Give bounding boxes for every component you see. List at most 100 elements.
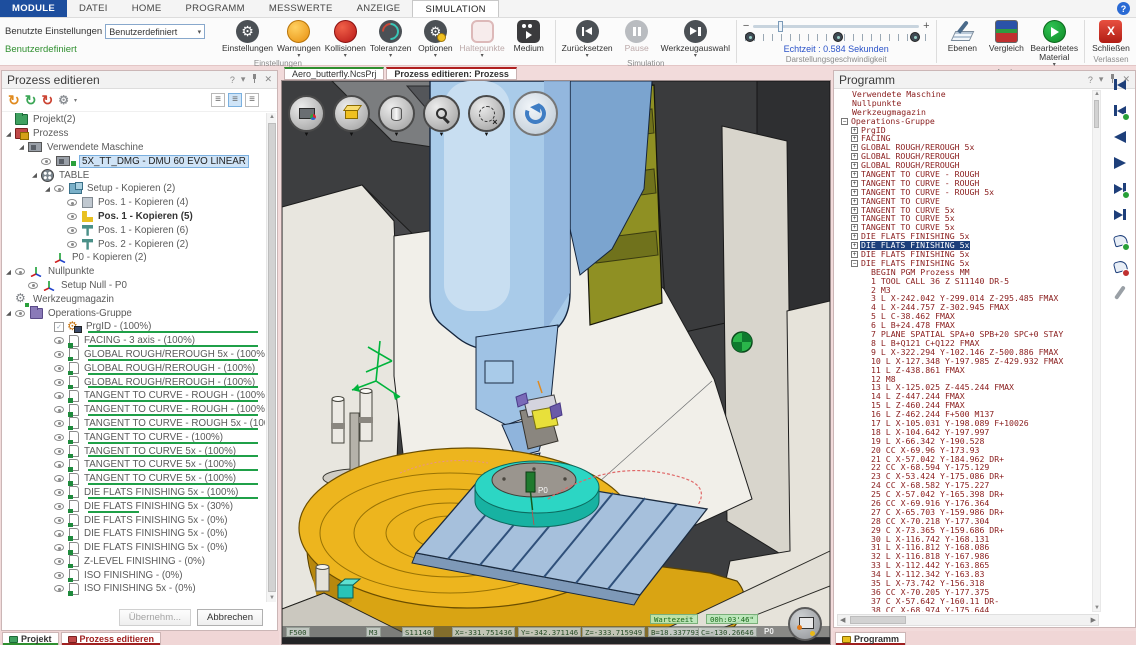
ebenen-button[interactable]: Ebenen	[940, 19, 984, 53]
view-detail-button[interactable]: ≡	[245, 93, 259, 107]
operation-row[interactable]: ISO FINISHING 5x - (0%)	[2, 582, 265, 596]
tab-prozess-editieren[interactable]: Prozess editieren	[61, 632, 162, 645]
tree-item[interactable]: Setup Null - P0	[2, 279, 265, 293]
viewport-tab-2[interactable]: Prozess editieren: Prozess	[386, 67, 517, 80]
eye-icon[interactable]	[41, 157, 54, 166]
operation-row[interactable]: TANGENT TO CURVE - ROUGH - (100%)	[2, 389, 265, 403]
view-normal-button[interactable]: ≡	[228, 93, 242, 107]
stock-view-button[interactable]: ▼	[333, 95, 370, 132]
operation-row[interactable]: DIE FLATS FINISHING 5x - (100%)	[2, 486, 265, 500]
tree-item[interactable]: P0 - Kopieren (2)	[2, 251, 265, 265]
expand-plus-icon[interactable]: +	[851, 127, 858, 134]
panel-menu-icon[interactable]: ▾	[241, 74, 246, 85]
program-node[interactable]: −DIE FLATS FINISHING 5x	[837, 259, 1089, 268]
tree-item[interactable]: Werkzeugmagazin	[2, 292, 265, 306]
eye-icon[interactable]	[28, 281, 41, 290]
operation-row[interactable]: TANGENT TO CURVE 5x - (100%)	[2, 472, 265, 486]
selection-mode-button[interactable]: ▼	[468, 95, 505, 132]
speed-medium-knob-icon[interactable]	[833, 32, 843, 42]
tree-item[interactable]: ◢Setup - Kopieren (2)	[2, 182, 265, 196]
collapse-minus-icon[interactable]: −	[841, 118, 848, 125]
play-forward-button[interactable]	[1110, 153, 1130, 172]
eye-icon[interactable]	[54, 350, 67, 359]
remove-breakpoint-button[interactable]	[1110, 257, 1130, 276]
scrollbar-thumb[interactable]	[1094, 100, 1099, 128]
einstellungen-button[interactable]: Einstellungen	[220, 19, 275, 59]
refresh-green-icon[interactable]: ↻	[25, 93, 37, 107]
edit-pencil-button[interactable]	[1110, 283, 1130, 302]
eye-icon[interactable]	[54, 336, 67, 345]
werkzeugauswahl-button[interactable]: Werkzeugauswahl▾	[659, 19, 732, 59]
tree-item[interactable]: ◢Prozess	[2, 127, 265, 141]
scroll-right-icon[interactable]: ▶	[1091, 615, 1096, 626]
eye-icon[interactable]	[54, 488, 67, 497]
eye-icon[interactable]	[54, 364, 67, 373]
eye-icon[interactable]	[54, 474, 67, 483]
refresh-red-icon[interactable]: ↻	[41, 93, 53, 107]
tree-item[interactable]: ◢TABLE	[2, 168, 265, 182]
eye-icon[interactable]	[54, 543, 67, 552]
bearbeitetes-material-button[interactable]: Bearbeitetes Material▾	[1028, 19, 1080, 68]
process-tree-scrollbar[interactable]: ▲ ▼	[266, 113, 276, 602]
operation-row[interactable]: GLOBAL ROUGH/REROUGH - (100%)	[2, 375, 265, 389]
refresh-orange-icon[interactable]: ↻	[8, 93, 20, 107]
panel-pin-icon[interactable]	[251, 74, 258, 85]
machine-view-button[interactable]: ▼	[288, 95, 325, 132]
eye-icon[interactable]	[54, 405, 67, 414]
eye-icon[interactable]	[54, 460, 67, 469]
eye-icon[interactable]	[54, 433, 67, 442]
expand-plus-icon[interactable]: +	[851, 224, 858, 231]
expander-icon[interactable]: ◢	[19, 143, 28, 151]
operation-row[interactable]: DIE FLATS FINISHING 5x - (0%)	[2, 527, 265, 541]
speed-fast-icon[interactable]	[910, 32, 920, 42]
expand-plus-icon[interactable]: +	[851, 135, 858, 142]
operation-row[interactable]: FACING - 3 axis - (100%)	[2, 334, 265, 348]
tree-item[interactable]: Pos. 1 - Kopieren (6)	[2, 223, 265, 237]
scroll-up-icon[interactable]: ▲	[268, 114, 276, 120]
ribbon-tab-programm[interactable]: PROGRAMM	[173, 0, 256, 17]
expand-plus-icon[interactable]: +	[851, 144, 858, 151]
operation-row[interactable]: ✓PrgID - (100%)	[2, 320, 265, 334]
operation-row[interactable]: GLOBAL ROUGH/REROUGH 5x - (100%)	[2, 348, 265, 362]
eye-icon[interactable]	[15, 309, 28, 318]
operation-row[interactable]: DIE FLATS FINISHING 5x - (0%)	[2, 513, 265, 527]
tree-item[interactable]: 5X_TT_DMG - DMU 60 EVO LINEAR	[2, 154, 265, 168]
optionen-button[interactable]: Optionen▾	[413, 19, 457, 59]
schließen-button[interactable]: Schließen	[1089, 19, 1133, 53]
speed-minus-button[interactable]: −	[743, 20, 749, 32]
expand-plus-icon[interactable]: +	[851, 171, 858, 178]
eye-icon[interactable]	[54, 447, 67, 456]
cancel-button[interactable]: Abbrechen	[197, 609, 263, 626]
workpiece-view-button[interactable]: ▼	[378, 95, 415, 132]
speed-plus-button[interactable]: +	[923, 20, 929, 32]
settings-combobox[interactable]: Benutzerdefiniert ▾	[105, 24, 205, 39]
expander-icon[interactable]: ◢	[32, 171, 41, 179]
rotate-view-button[interactable]	[513, 91, 558, 136]
medium-button[interactable]: Medium	[507, 19, 551, 59]
tree-item[interactable]: ◢Operations-Gruppe	[2, 306, 265, 320]
operation-row[interactable]: GLOBAL ROUGH/REROUGH - (100%)	[2, 361, 265, 375]
ribbon-tab-messwerte[interactable]: MESSWERTE	[257, 0, 345, 17]
eye-icon[interactable]	[54, 184, 67, 193]
eye-icon[interactable]	[67, 226, 80, 235]
speed-slider-thumb[interactable]	[778, 21, 783, 32]
scrollbar-thumb[interactable]	[268, 123, 276, 592]
scroll-down-icon[interactable]: ▼	[1093, 605, 1101, 611]
scroll-left-icon[interactable]: ◀	[840, 615, 845, 626]
eye-icon[interactable]	[67, 198, 80, 207]
add-breakpoint-button[interactable]	[1110, 231, 1130, 250]
viewport-canvas[interactable]: P0 ▼ ▼ ▼ ▼ ▼ Wartezeit 00h:03'46" P0 F50…	[281, 80, 831, 645]
operation-row[interactable]: DIE FLATS FINISHING 5x - (0%)	[2, 541, 265, 555]
expander-icon[interactable]: ◢	[45, 185, 54, 193]
tab-projekt[interactable]: Projekt	[2, 632, 59, 645]
scroll-up-icon[interactable]: ▲	[1093, 91, 1101, 97]
expand-plus-icon[interactable]: +	[851, 162, 858, 169]
operation-row[interactable]: TANGENT TO CURVE - ROUGH 5x - (100%)	[2, 417, 265, 431]
program-hscrollbar[interactable]: ◀ ▶	[837, 614, 1099, 626]
vergleich-button[interactable]: Vergleich	[984, 19, 1028, 53]
operation-row[interactable]: TANGENT TO CURVE - (100%)	[2, 430, 265, 444]
panel-menu-icon[interactable]: ▾	[1099, 74, 1104, 85]
scrollbar-thumb[interactable]	[850, 616, 906, 624]
play-backward-button[interactable]	[1110, 127, 1130, 146]
ribbon-tab-simulation[interactable]: SIMULATION	[412, 0, 498, 17]
